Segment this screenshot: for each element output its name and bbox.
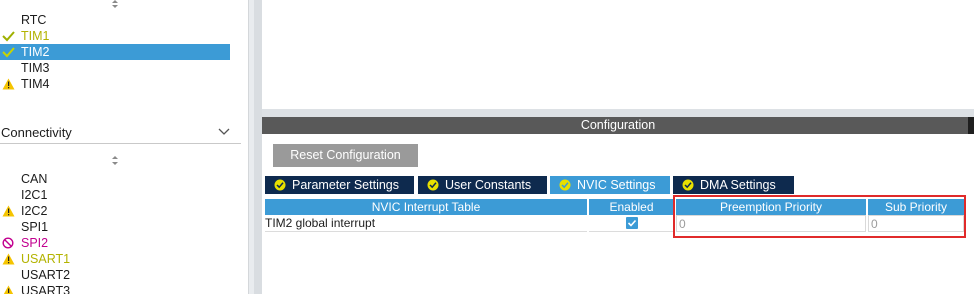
tree-item-spi1[interactable]: SPI1 [0, 219, 230, 235]
tree-item-label: SPI2 [21, 236, 49, 250]
scroll-up-icon[interactable] [110, 0, 120, 8]
connectivity-section-header[interactable]: Connectivity [0, 122, 241, 144]
tab-label: Parameter Settings [292, 178, 399, 192]
scroll-arrows-icon[interactable] [110, 155, 120, 167]
tab-nvic-settings[interactable]: NVIC Settings [550, 176, 670, 194]
tree-item-i2c1[interactable]: I2C1 [0, 187, 230, 203]
table-row[interactable]: TIM2 global interrupt [265, 215, 587, 232]
check-circle-icon [682, 179, 694, 191]
tree-item-label: RTC [21, 13, 47, 27]
tab-parameter-settings[interactable]: Parameter Settings [265, 176, 414, 194]
tree-item-tim1[interactable]: TIM1 [0, 28, 230, 44]
check-icon [2, 31, 15, 42]
tree-item-label: CAN [21, 172, 48, 186]
tree-item-label: I2C1 [21, 188, 48, 202]
tab-label: NVIC Settings [577, 178, 656, 192]
sub-priority-field[interactable]: 0 [868, 215, 964, 232]
warning-icon [2, 78, 15, 90]
tree-item-spi2[interactable]: SPI2 [0, 235, 230, 251]
section-title: Connectivity [1, 125, 72, 140]
disabled-icon [2, 237, 14, 249]
tab-user-constants[interactable]: User Constants [418, 176, 547, 194]
tree-item-label: TIM2 [21, 45, 50, 59]
warning-icon [2, 253, 15, 265]
component-tree-panel: RTC TIM1 TIM2 TIM3 TIM4 Connectivity CAN [0, 0, 241, 294]
column-header-enabled[interactable]: Enabled [589, 199, 674, 215]
tab-label: User Constants [445, 178, 532, 192]
column-header-preemption-priority[interactable]: Preemption Priority [676, 199, 866, 215]
tree-item-tim2[interactable]: TIM2 [0, 44, 230, 60]
horizontal-splitter[interactable] [262, 109, 974, 117]
app-root: RTC TIM1 TIM2 TIM3 TIM4 Connectivity CAN [0, 0, 974, 294]
tree-item-label: TIM1 [21, 29, 50, 43]
warning-icon [3, 285, 14, 294]
tree-item-rtc[interactable]: RTC [0, 12, 230, 28]
reset-configuration-button[interactable]: Reset Configuration [273, 144, 418, 167]
tree-item-tim3[interactable]: TIM3 [0, 60, 230, 76]
enabled-checkbox[interactable] [626, 217, 638, 229]
check-circle-icon [274, 179, 286, 191]
tree-item-usart3[interactable]: USART3 [0, 283, 230, 294]
splitter-bar [254, 0, 262, 294]
tree-item-i2c2[interactable]: I2C2 [0, 203, 230, 219]
configuration-title-bar: Configuration [262, 117, 974, 134]
tree-item-label: USART3 [21, 284, 71, 294]
tree-item-usart1[interactable]: USART1 [0, 251, 230, 267]
tree-item-tim4[interactable]: TIM4 [0, 76, 230, 92]
tree-item-label: I2C2 [21, 204, 48, 218]
check-circle-icon [427, 179, 439, 191]
tree-item-label: TIM3 [21, 61, 50, 75]
mode-panel [262, 0, 974, 109]
tab-label: DMA Settings [700, 178, 776, 192]
tree-item-label: TIM4 [21, 77, 50, 91]
check-circle-icon [559, 179, 571, 191]
tree-item-label: USART2 [21, 268, 71, 282]
configuration-title: Configuration [580, 118, 656, 132]
chevron-down-icon[interactable] [218, 126, 230, 136]
column-header-nvic-interrupt-table[interactable]: NVIC Interrupt Table [265, 199, 587, 215]
tree-item-label: USART1 [21, 252, 71, 266]
tab-dma-settings[interactable]: DMA Settings [673, 176, 794, 194]
column-header-sub-priority[interactable]: Sub Priority [868, 199, 964, 215]
title-bar-edge [968, 117, 974, 134]
preemption-priority-field[interactable]: 0 [676, 215, 866, 232]
tree-item-label: SPI1 [21, 220, 49, 234]
tree-item-usart2[interactable]: USART2 [0, 267, 230, 283]
check-icon [2, 47, 15, 58]
interrupt-name: TIM2 global interrupt [265, 216, 376, 230]
tree-item-can[interactable]: CAN [0, 171, 230, 187]
warning-icon [2, 205, 15, 217]
